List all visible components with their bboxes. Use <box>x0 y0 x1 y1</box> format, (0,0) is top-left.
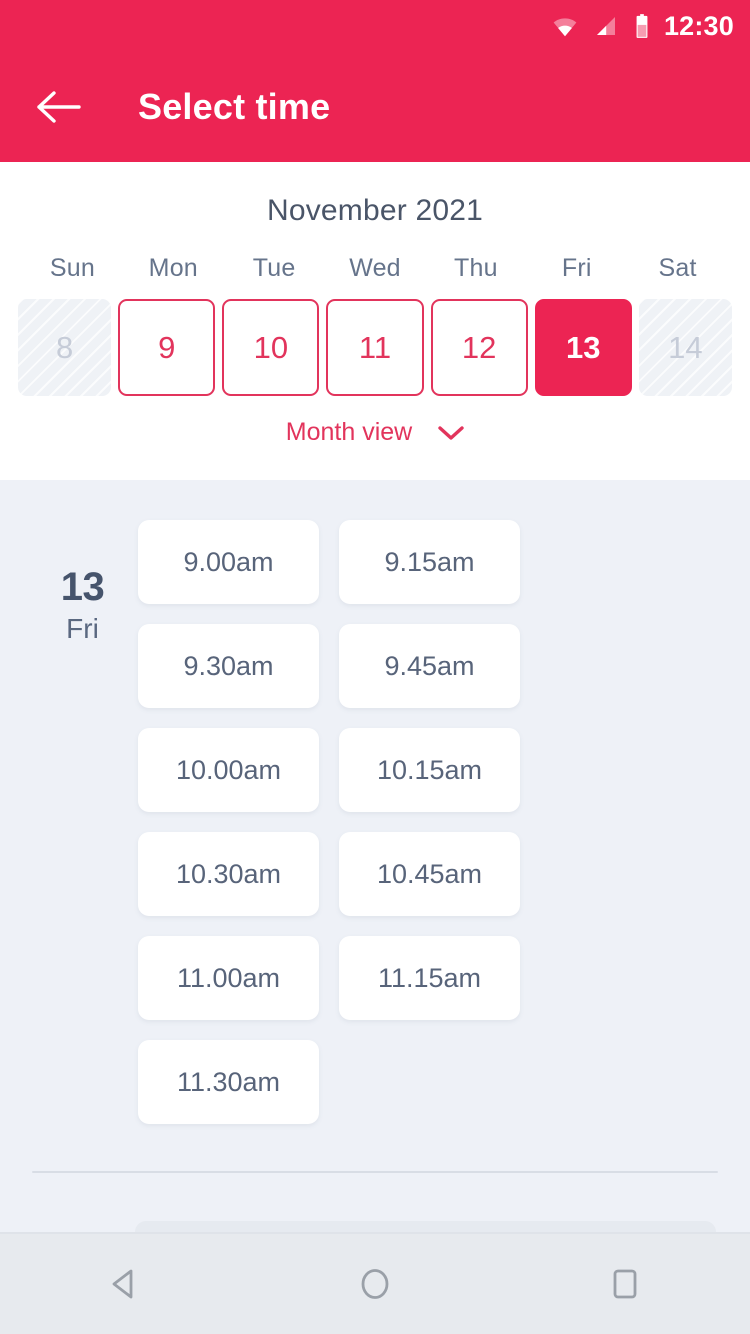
wifi-icon <box>553 18 577 37</box>
calendar-day-12[interactable]: 12 <box>430 299 528 396</box>
nav-back-button[interactable] <box>75 1234 175 1334</box>
calendar-day-10[interactable]: 10 <box>222 299 320 396</box>
time-slot[interactable]: 9.45am <box>339 624 520 708</box>
time-slot[interactable]: 9.30am <box>138 624 319 708</box>
day-label: 14 Sun <box>30 1221 135 1232</box>
month-view-label: Month view <box>285 418 413 446</box>
app-bar: Select time <box>0 52 750 162</box>
time-slot[interactable]: 9.00am <box>138 520 319 604</box>
android-nav-bar <box>0 1232 750 1334</box>
day-group-13: 13 Fri 9.00am 9.15am 9.30am 9.45am 10.00am 10… <box>0 480 750 1124</box>
nav-recents-icon <box>613 1269 637 1299</box>
salon-closed-card: Salon closed <box>135 1221 716 1232</box>
calendar-day-9[interactable]: 9 <box>118 299 216 396</box>
weekday-label: Wed <box>349 254 401 282</box>
status-bar-clock: 12:30 <box>663 10 734 41</box>
arrow-left-icon <box>37 91 81 123</box>
chevron-down-icon <box>438 425 464 440</box>
time-slot[interactable]: 10.15am <box>339 728 520 812</box>
weekday-label: Sun <box>49 254 95 282</box>
time-slot[interactable]: 11.15am <box>339 936 520 1020</box>
time-slot[interactable]: 10.00am <box>138 728 319 812</box>
calendar-panel: November 2021 Sun Mon Tue Wed Thu Fri Sa… <box>0 162 750 480</box>
time-slot[interactable]: 11.00am <box>138 936 319 1020</box>
weekday-label: Fri <box>561 254 592 282</box>
weekday-label: Tue <box>252 254 296 282</box>
screen-select-time: 12:30 Select time November 2021 Sun Mon … <box>0 0 750 1334</box>
time-slot[interactable]: 10.30am <box>138 832 319 916</box>
nav-home-button[interactable] <box>325 1234 425 1334</box>
day-group-14: 14 Sun Salon closed <box>0 1173 750 1232</box>
nav-back-icon <box>112 1269 133 1299</box>
weekday-label: Sat <box>658 254 697 282</box>
calendar-days-row: 8 9 10 11 12 13 14 <box>0 299 750 396</box>
cellular-signal-icon <box>596 17 615 35</box>
time-slots-area: 13 Fri 9.00am 9.15am 9.30am 9.45am 10.00am 10… <box>0 480 750 1232</box>
status-bar-icons <box>552 13 650 39</box>
calendar-day-14: 14 <box>638 299 732 396</box>
day-label: 13 Fri <box>30 520 135 1124</box>
day-number: 13 <box>60 565 105 609</box>
month-view-toggle[interactable]: Month view <box>0 418 750 447</box>
day-name: Fri <box>66 613 99 644</box>
weekday-label: Mon <box>148 254 198 282</box>
nav-recents-button[interactable] <box>575 1234 675 1334</box>
time-slot[interactable]: 10.45am <box>339 832 520 916</box>
nav-home-icon <box>361 1269 389 1299</box>
calendar-month-title: November 2021 <box>266 194 484 227</box>
calendar-day-8: 8 <box>18 299 112 396</box>
slot-grid: 9.00am 9.15am 9.30am 9.45am 10.00am 10.15am 10… <box>135 520 720 1124</box>
battery-icon <box>636 14 648 38</box>
calendar-day-11[interactable]: 11 <box>326 299 424 396</box>
calendar-weekday-row: Sun Mon Tue Wed Thu Fri Sat <box>0 254 750 283</box>
calendar-day-13[interactable]: 13 <box>534 299 632 396</box>
page-title: Select time <box>138 86 331 127</box>
back-button[interactable] <box>22 70 96 144</box>
time-slot[interactable]: 9.15am <box>339 520 520 604</box>
time-slot[interactable]: 11.30am <box>138 1040 319 1124</box>
status-bar: 12:30 <box>0 0 750 52</box>
weekday-label: Thu <box>454 254 498 282</box>
